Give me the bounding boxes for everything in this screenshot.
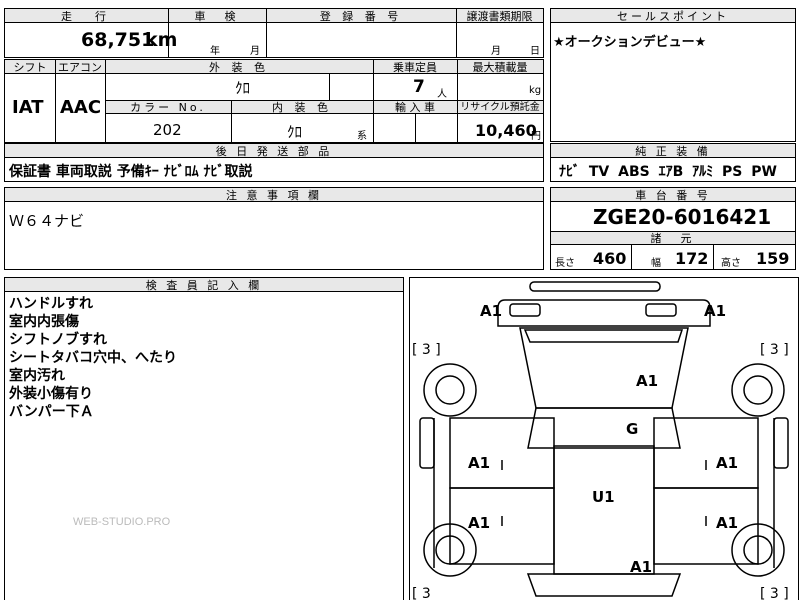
length-value: 460 [593,249,627,268]
car-diagram: A1 A1 A1 G A1 A1 U1 A1 A1 A1 [ 3 ] [ 3 ]… [412,281,789,600]
notes-label: 注 意 事 項 欄 [226,189,322,202]
inspector-lines: ハンドルすれ 室内内張傷 シフトノブすれ シートタバコ穴中、へたり 室内汚れ 外… [9,295,177,421]
interior-color-unit: 系 [357,131,367,142]
mileage-label: 走 行 [61,10,112,23]
aircon-value: AAC [60,97,102,118]
inspection-label: 車 検 [194,10,240,23]
length-label: 長さ [555,258,575,269]
height-label: 高さ [721,258,741,269]
watermark: WEB-STUDIO.PRO [73,516,171,528]
damage-mark: A1 [468,514,490,532]
top-info-block: 走 行 車 検 登 録 番 号 譲渡書類期限 68,751 km 年 月 月 日 [4,8,544,58]
inspector-line: バンパー下Ａ [9,404,94,420]
damage-mark: A1 [716,514,738,532]
notes-value: Ｗ６４ナビ [9,212,85,230]
chassis-label: 車 台 番 号 [635,189,711,202]
exterior-color-value: ｸﾛ [235,79,251,97]
transfer-deadline-label: 譲渡書類期限 [466,10,533,23]
inspector-line: シフトノブすれ [9,332,107,348]
capacity-value: 7 [413,77,425,97]
max-load-unit: kg [529,85,542,96]
exterior-color-label: 外 装 色 [209,61,269,74]
standard-equipment-value: ﾅﾋﾞ TV ABS ｴｱB ｱﾙﾐ PS PW [559,164,777,180]
shift-value: IAT [12,97,44,118]
inspector-line: 室内内張傷 [9,314,79,330]
recycle-unit: 円 [531,131,541,142]
registration-label: 登 録 番 号 [319,10,403,23]
damage-mark: A1 [716,454,738,472]
import-label: 輸 入 車 [395,101,435,114]
width-label: 幅 [651,258,661,269]
standard-equipment-label: 純 正 装 備 [635,145,711,158]
damage-mark: A1 [468,454,490,472]
chassis-value: ZGE20-6016421 [593,205,772,229]
recycle-value: 10,460 [475,121,537,140]
width-value: 172 [675,249,709,268]
inspector-line: 外装小傷有り [9,386,93,402]
color-no-label: カラー No. [130,101,206,114]
transfer-month-unit: 月 [491,46,501,57]
height-value: 159 [756,249,790,268]
damage-mark: G [626,420,638,438]
mileage-value: 68,751 [81,29,155,51]
damage-mark: A1 [480,302,502,320]
chassis-block: 車 台 番 号 ZGE20-6016421 諸 元 長さ 460 幅 172 高… [550,187,796,270]
damage-mark: A1 [704,302,726,320]
inspector-block: 検 査 員 記 入 欄 ハンドルすれ 室内内張傷 シフトノブすれ シートタバコ穴… [4,277,404,600]
dimensions-label: 諸 元 [650,232,696,245]
inspection-month-unit: 月 [250,46,260,57]
mileage-unit: km [145,29,178,51]
damage-mark: U1 [592,488,615,506]
inspector-line: 室内汚れ [9,368,65,384]
inspection-year-unit: 年 [210,46,220,57]
shift-label: シフト [13,61,47,74]
sales-point-block: セールスポイント ★オークションデビュー★ [550,8,796,142]
capacity-unit: 人 [437,89,447,100]
tire-grade-rear-left: [ 3 [412,586,431,600]
inspector-label: 検 査 員 記 入 欄 [145,279,263,292]
notes-block: 注 意 事 項 欄 Ｗ６４ナビ [4,187,544,270]
interior-color-value: ｸﾛ [287,123,303,141]
tire-grade-rear-right: [ 3 ] [760,586,789,600]
damage-mark: A1 [630,558,652,576]
aircon-label: エアコン [58,61,102,74]
spec-block: シフト エアコン 外 装 色 乗車定員 最大積載量 カラー No. 内 装 色 … [4,59,544,143]
delivery-items-value: 保証書 車両取説 予備ｷｰ ﾅﾋﾞﾛﾑ ﾅﾋﾞ取説 [9,164,253,180]
damage-mark: A1 [636,372,658,390]
inspector-line: ハンドルすれ [9,296,93,312]
sales-point-value: ★オークションデビュー★ [553,35,707,50]
standard-equipment-block: 純 正 装 備 ﾅﾋﾞ TV ABS ｴｱB ｱﾙﾐ PS PW [550,143,796,182]
transfer-day-unit: 日 [530,46,540,57]
car-diagram-block: A1 A1 A1 G A1 A1 U1 A1 A1 A1 [ 3 ] [ 3 ]… [409,277,799,600]
delivery-items-label: 後 日 発 送 部 品 [215,145,333,158]
tire-grade-front-right: [ 3 ] [760,342,789,358]
delivery-items-block: 後 日 発 送 部 品 保証書 車両取説 予備ｷｰ ﾅﾋﾞﾛﾑ ﾅﾋﾞ取説 [4,143,544,182]
recycle-label: リサイクル預託金 [460,102,540,113]
sales-point-label: セールスポイント [617,10,729,23]
color-no-value: 202 [153,121,182,139]
max-load-label: 最大積載量 [472,61,528,74]
capacity-label: 乗車定員 [393,61,437,74]
interior-color-label: 内 装 色 [272,101,332,114]
inspector-line: シートタバコ穴中、へたり [9,350,177,366]
tire-grade-front-left: [ 3 ] [412,342,441,358]
